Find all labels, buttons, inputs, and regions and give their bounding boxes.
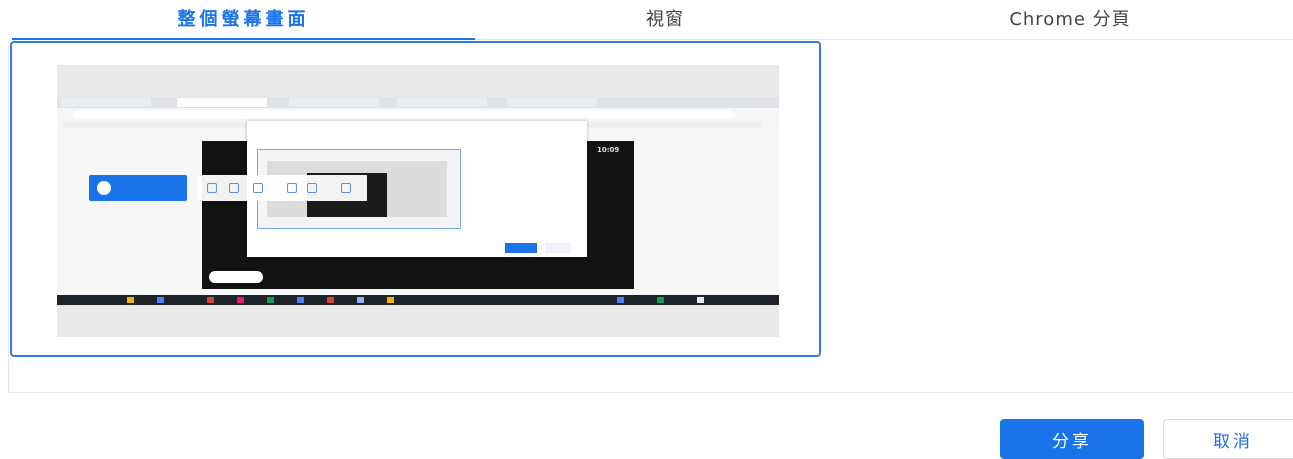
thumbnail-taskbar [57,295,779,305]
tab-chrome-tab[interactable]: Chrome 分頁 [855,0,1285,40]
tabs-divider [475,39,1293,40]
active-tab-indicator [12,38,475,40]
cancel-button[interactable]: 取消 [1163,419,1293,459]
thumbnail-back-button [209,271,263,283]
screen-thumbnail: 10:09 [57,65,779,337]
share-button[interactable]: 分享 [1000,419,1144,459]
share-source-tabs: 整個螢幕畫面 視窗 Chrome 分頁 [0,0,1293,42]
tab-window[interactable]: 視窗 [475,0,855,40]
tab-entire-screen[interactable]: 整個螢幕畫面 [12,0,475,40]
screen-option-card[interactable]: 10:09 [10,41,821,357]
thumbnail-phone-time: 10:09 [597,146,620,154]
